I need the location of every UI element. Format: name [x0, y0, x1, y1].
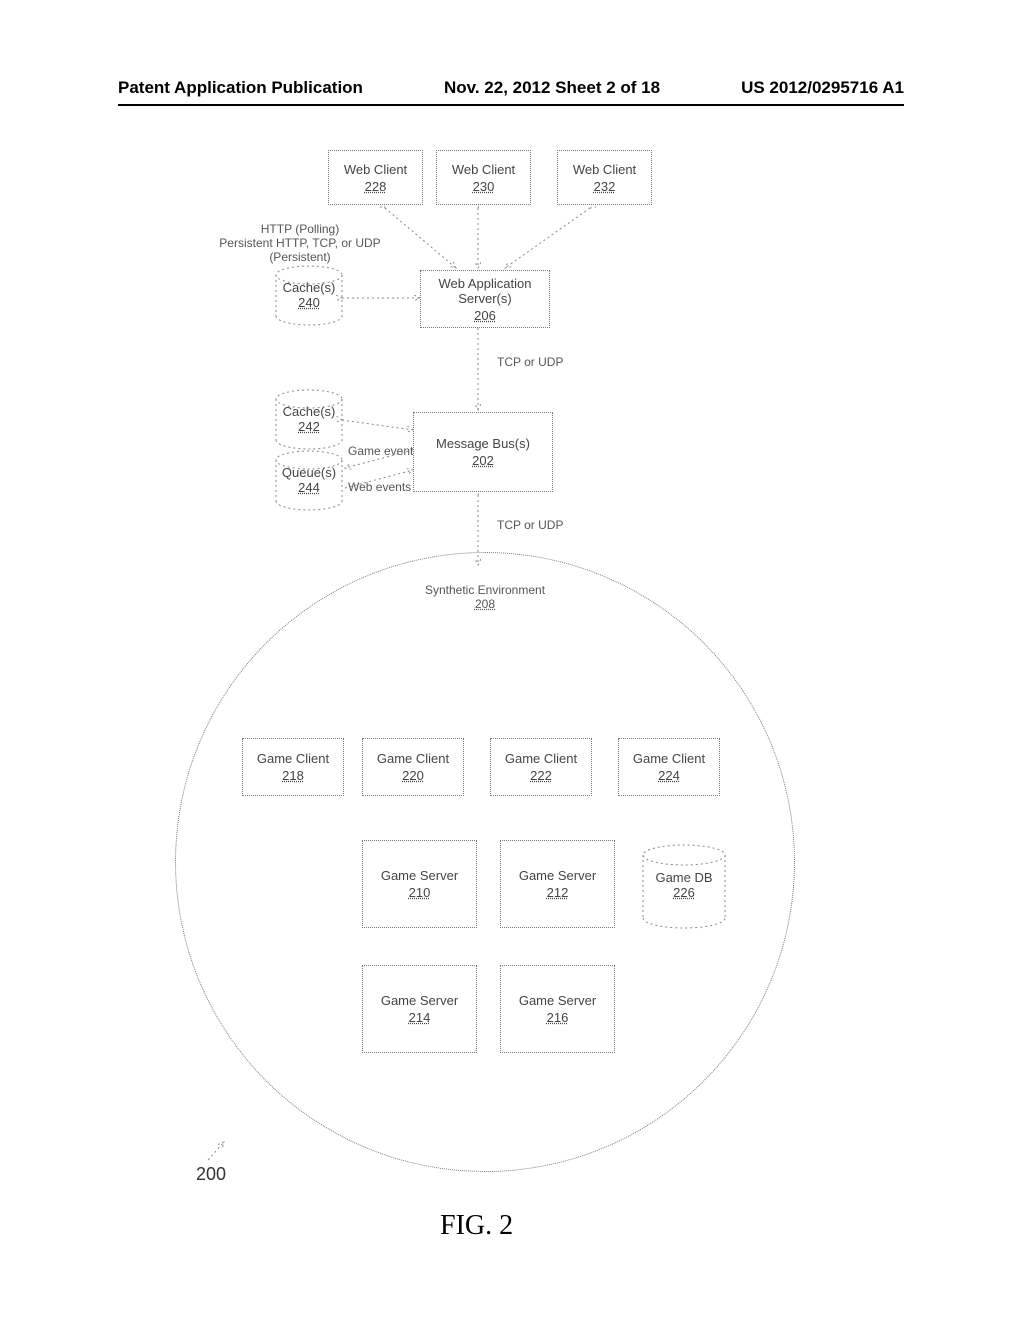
web-client-2-box: Web Client 230: [436, 150, 531, 205]
web-events-label: Web events: [348, 480, 411, 494]
http-polling-label: HTTP (Polling) Persistent HTTP, TCP, or …: [190, 222, 410, 264]
queue-label: Queue(s): [276, 465, 342, 480]
game-client-2-box: Game Client 220: [362, 738, 464, 796]
game-server-3-label: Game Server: [381, 993, 458, 1008]
web-client-1-box: Web Client 228: [328, 150, 423, 205]
game-client-4-label: Game Client: [633, 751, 705, 766]
game-server-2-label: Game Server: [519, 868, 596, 883]
figure-ref-number: 200: [196, 1164, 226, 1185]
page-header: Patent Application Publication Nov. 22, …: [118, 78, 904, 98]
http-polling-line2: Persistent HTTP, TCP, or UDP (Persistent…: [190, 236, 410, 264]
game-client-1-ref: 218: [282, 768, 304, 783]
header-center: Nov. 22, 2012 Sheet 2 of 18: [444, 78, 660, 98]
web-client-1-ref: 228: [365, 179, 387, 194]
game-client-2-ref: 220: [402, 768, 424, 783]
game-server-4-ref: 216: [547, 1010, 569, 1025]
game-server-4-box: Game Server 216: [500, 965, 615, 1053]
cache-2-ref: 242: [276, 419, 342, 434]
game-db-ref: 226: [643, 885, 725, 900]
web-client-3-label: Web Client: [573, 162, 636, 177]
cache-2-cyl: Cache(s) 242: [276, 404, 342, 434]
header-right: US 2012/0295716 A1: [741, 78, 904, 98]
message-bus-ref: 202: [472, 453, 494, 468]
figure-diagram: Web Client 228 Web Client 230 Web Client…: [0, 130, 1024, 1260]
game-server-1-ref: 210: [409, 885, 431, 900]
message-bus-box: Message Bus(s) 202: [413, 412, 553, 492]
cache-1-cyl: Cache(s) 240: [276, 280, 342, 310]
web-client-3-ref: 232: [594, 179, 616, 194]
queue-cyl: Queue(s) 244: [276, 465, 342, 495]
game-events-label: Game events: [348, 444, 419, 458]
game-client-1-box: Game Client 218: [242, 738, 344, 796]
web-client-2-label: Web Client: [452, 162, 515, 177]
web-app-server-ref: 206: [474, 308, 496, 323]
game-server-3-box: Game Server 214: [362, 965, 477, 1053]
web-client-2-ref: 230: [473, 179, 495, 194]
game-server-3-ref: 214: [409, 1010, 431, 1025]
cache-1-label: Cache(s): [276, 280, 342, 295]
web-app-server-box: Web Application Server(s) 206: [420, 270, 550, 328]
header-left: Patent Application Publication: [118, 78, 363, 98]
synthetic-environment-circle: [175, 552, 795, 1172]
game-db-cyl: Game DB 226: [643, 870, 725, 900]
header-rule: [118, 104, 904, 106]
game-server-2-box: Game Server 212: [500, 840, 615, 928]
message-bus-label: Message Bus(s): [436, 436, 530, 451]
game-client-3-label: Game Client: [505, 751, 577, 766]
game-client-3-box: Game Client 222: [490, 738, 592, 796]
game-client-4-box: Game Client 224: [618, 738, 720, 796]
synthetic-env-text: Synthetic Environment: [405, 583, 565, 597]
queue-ref: 244: [276, 480, 342, 495]
game-client-2-label: Game Client: [377, 751, 449, 766]
http-polling-line1: HTTP (Polling): [190, 222, 410, 236]
game-server-2-ref: 212: [547, 885, 569, 900]
tcp-udp-label-1: TCP or UDP: [497, 355, 563, 369]
figure-caption: FIG. 2: [440, 1210, 513, 1242]
game-client-4-ref: 224: [658, 768, 680, 783]
game-db-label: Game DB: [643, 870, 725, 885]
game-server-4-label: Game Server: [519, 993, 596, 1008]
synthetic-env-label: Synthetic Environment 208: [405, 583, 565, 611]
game-client-1-label: Game Client: [257, 751, 329, 766]
web-client-1-label: Web Client: [344, 162, 407, 177]
game-server-1-box: Game Server 210: [362, 840, 477, 928]
synthetic-env-ref: 208: [405, 597, 565, 611]
cache-1-ref: 240: [276, 295, 342, 310]
cache-2-label: Cache(s): [276, 404, 342, 419]
game-client-3-ref: 222: [530, 768, 552, 783]
game-server-1-label: Game Server: [381, 868, 458, 883]
tcp-udp-label-2: TCP or UDP: [497, 518, 563, 532]
web-app-server-label: Web Application Server(s): [439, 276, 532, 306]
web-client-3-box: Web Client 232: [557, 150, 652, 205]
